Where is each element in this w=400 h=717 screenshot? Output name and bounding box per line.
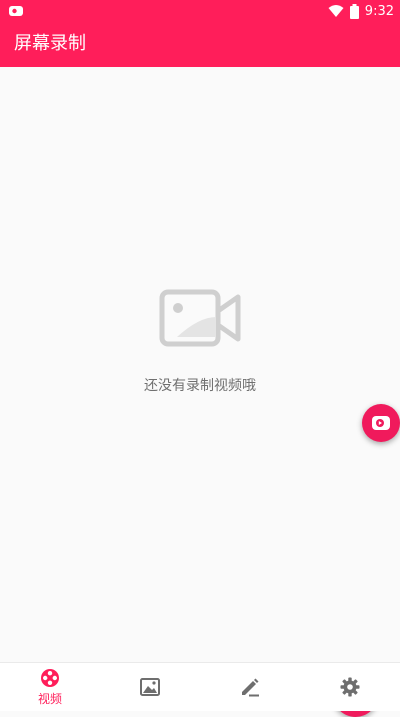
record-icon — [372, 416, 390, 430]
video-camera-icon — [159, 289, 241, 347]
floating-record-bubble[interactable] — [362, 404, 400, 442]
status-time: 9:32 — [364, 3, 394, 19]
empty-state: 还没有录制视频哦 — [0, 287, 400, 395]
tab-settings[interactable] — [300, 663, 400, 711]
pencil-icon — [242, 678, 259, 697]
page-title: 屏幕录制 — [14, 33, 86, 54]
app-bar: 屏幕录制 — [0, 22, 400, 67]
wifi-icon — [328, 5, 344, 17]
tab-videos[interactable]: 视频 — [0, 663, 100, 711]
tab-images[interactable] — [100, 663, 200, 711]
tab-videos-label: 视频 — [37, 691, 62, 706]
empty-message: 还没有录制视频哦 — [144, 378, 256, 394]
image-icon — [140, 678, 160, 696]
gear-icon — [340, 677, 360, 697]
battery-icon — [349, 3, 359, 19]
film-reel-icon — [41, 668, 59, 687]
screen-record-status-icon — [9, 6, 23, 16]
status-bar: 9:32 — [0, 0, 400, 22]
video-list-area: 还没有录制视频哦 — [0, 67, 400, 717]
bottom-navigation: 视频 — [0, 662, 400, 711]
tab-edit[interactable] — [200, 663, 300, 711]
